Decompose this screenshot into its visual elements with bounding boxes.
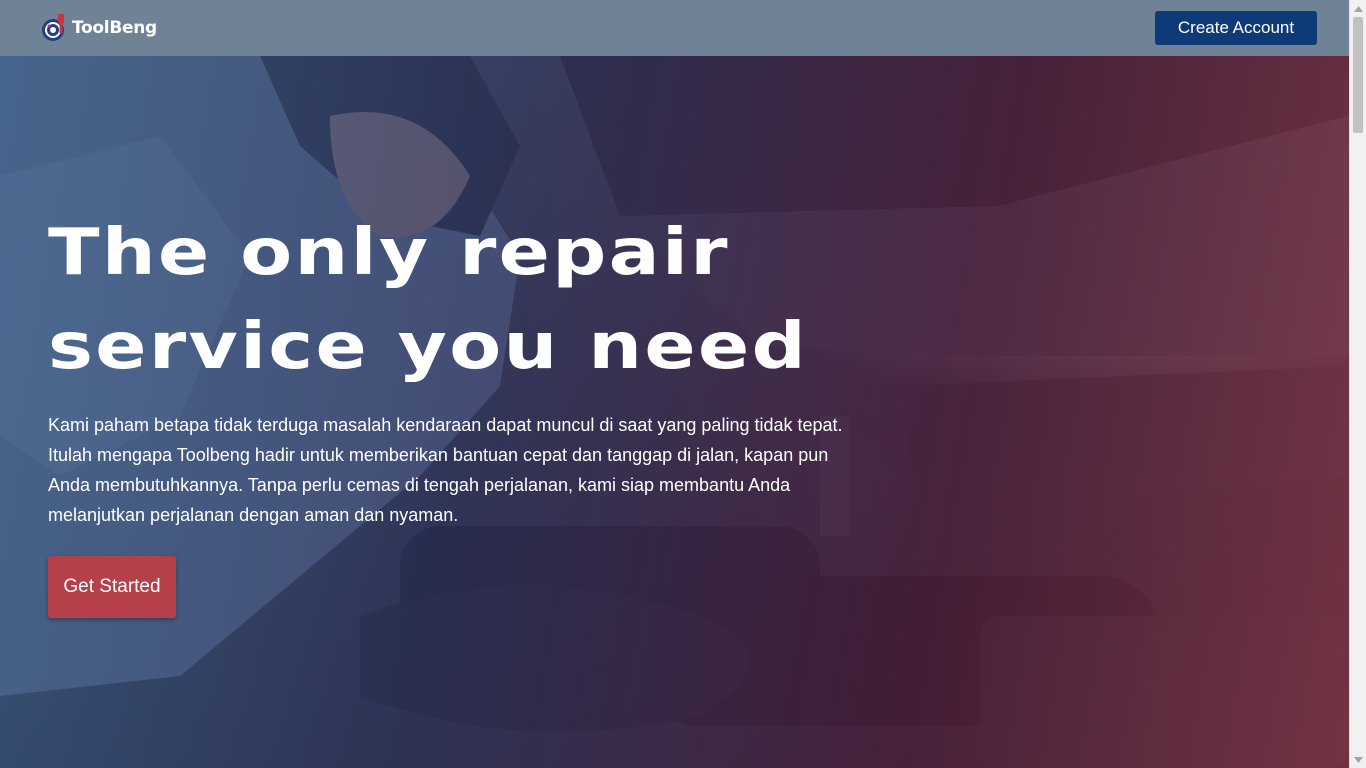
hero-section: The only repair service you need Kami pa…: [0, 56, 1349, 768]
get-started-button[interactable]: Get Started: [48, 556, 176, 618]
page-scrollbar[interactable]: [1349, 0, 1366, 768]
hero-description: Kami paham betapa tidak terduga masalah …: [48, 415, 843, 525]
page-viewport: ToolBeng Create Account The only repair …: [0, 0, 1349, 768]
top-navbar: ToolBeng Create Account: [0, 0, 1349, 56]
hero-title: The only repair service you need: [48, 216, 808, 384]
brand-name: ToolBeng: [72, 18, 157, 38]
wrench-gear-icon: [42, 14, 64, 41]
scroll-down-arrow-icon[interactable]: [1350, 751, 1366, 768]
hero-content: The only repair service you need Kami pa…: [48, 206, 868, 618]
brand-logo-link[interactable]: ToolBeng: [40, 11, 157, 45]
scroll-up-arrow-icon[interactable]: [1350, 0, 1366, 17]
scrollbar-thumb[interactable]: [1353, 17, 1363, 133]
create-account-button[interactable]: Create Account: [1155, 10, 1317, 45]
